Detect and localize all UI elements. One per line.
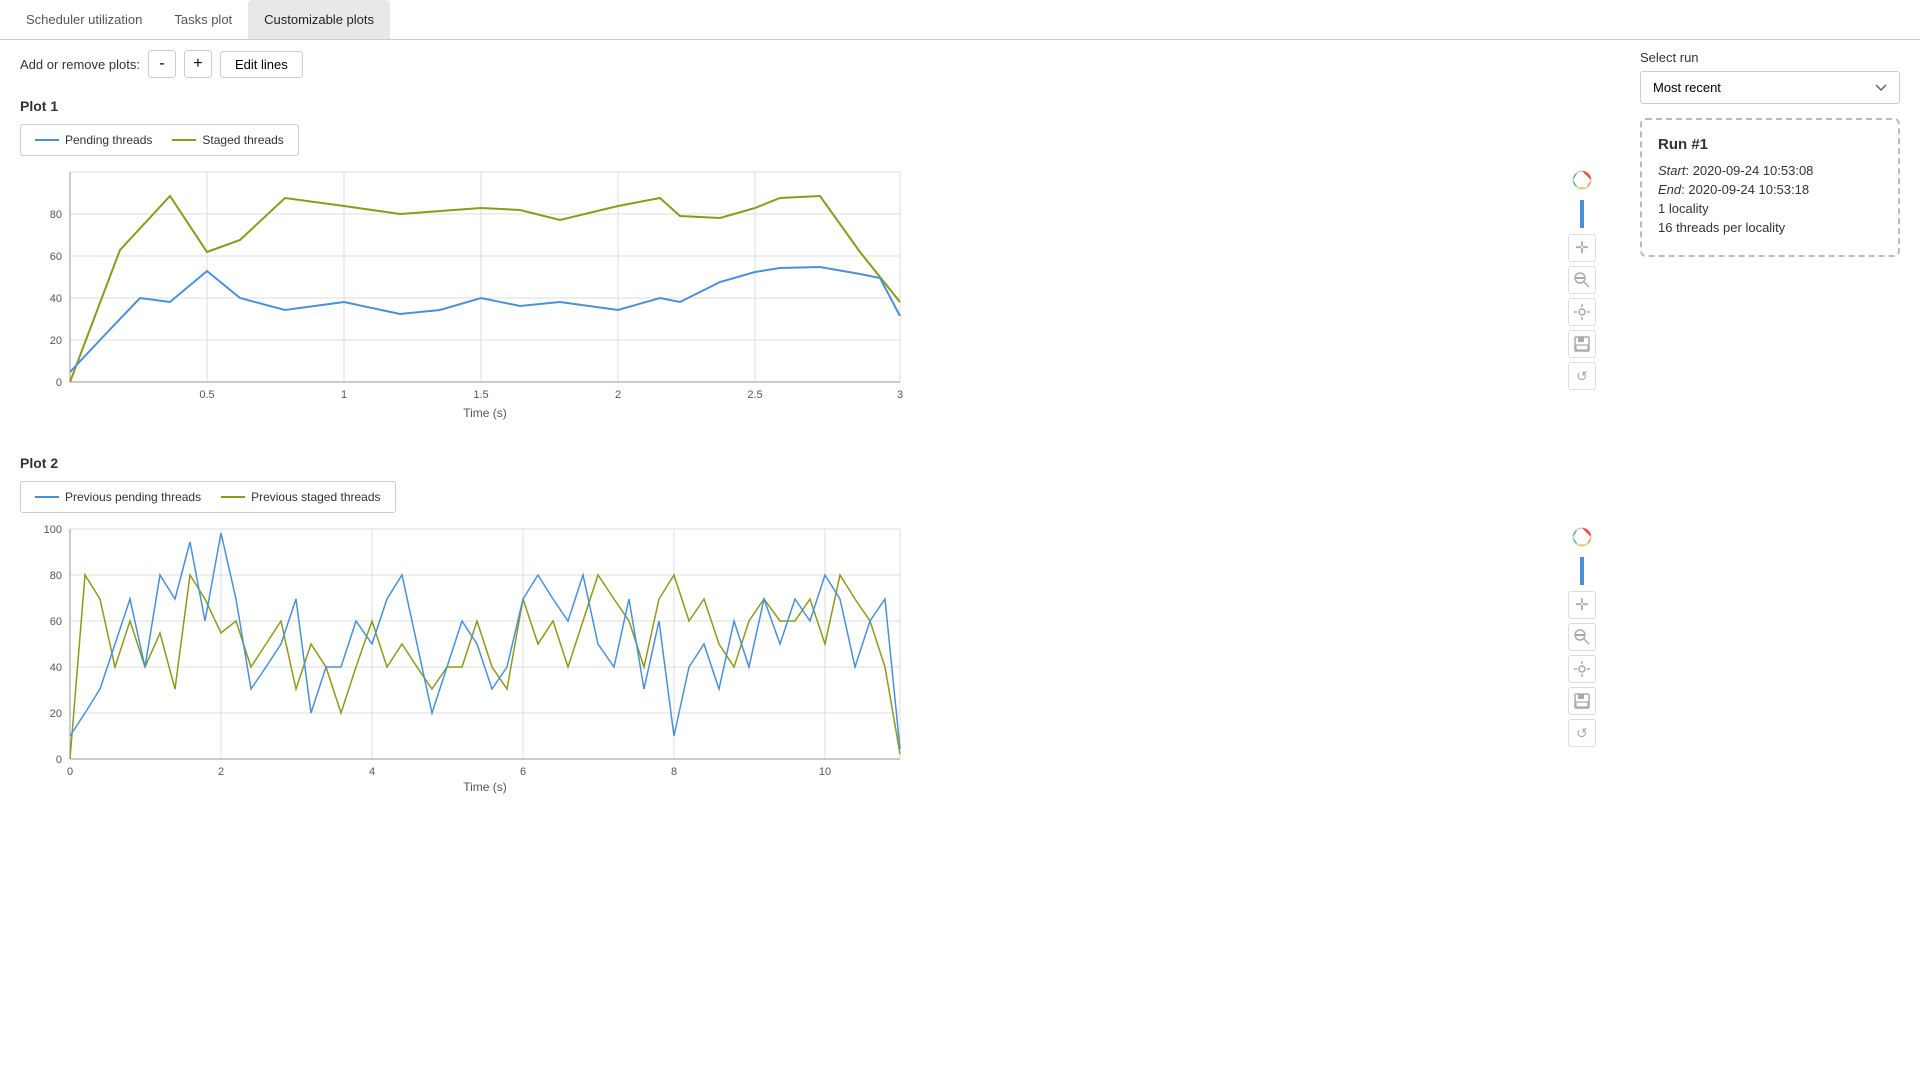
plot2-legend-item-pending: Previous pending threads [35,490,201,504]
plot2-pending-label: Previous pending threads [65,490,201,504]
plot2-pending-line-color [35,496,59,498]
svg-text:60: 60 [50,251,62,263]
svg-text:10: 10 [819,766,831,778]
svg-text:60: 60 [50,616,62,628]
run-info-box: Run #1 Start: 2020-09-24 10:53:08 End: 2… [1640,118,1900,257]
plot1-colorwheel-icon[interactable] [1568,166,1596,194]
select-run-dropdown[interactable]: Most recent [1640,71,1900,104]
plot2-staged-label: Previous staged threads [251,490,380,504]
svg-text:2.5: 2.5 [747,389,762,401]
run-end-label: End [1658,182,1681,197]
svg-text:40: 40 [50,293,62,305]
run-start-value: 2020-09-24 10:53:08 [1693,163,1814,178]
run-threads: 16 threads per locality [1658,220,1882,235]
right-panel: Select run Most recent Run #1 Start: 202… [1620,40,1920,842]
svg-text:0: 0 [67,766,73,778]
plot1-pending-polyline [70,267,900,372]
plot2-staged-line-color [221,496,245,498]
tab-bar: Scheduler utilization Tasks plot Customi… [0,0,1920,40]
plot1-section: Plot 1 Pending threads Staged threads [20,98,1600,425]
plot1-staged-label: Staged threads [202,133,283,147]
svg-text:20: 20 [50,335,62,347]
run-title: Run #1 [1658,136,1882,153]
plot2-legend: Previous pending threads Previous staged… [20,481,396,513]
plot1-save-icon[interactable] [1568,330,1596,358]
plot1-blue-bar [1580,200,1584,228]
plot1-tools: ✛ [1564,162,1600,425]
svg-text:80: 80 [50,570,62,582]
svg-text:0: 0 [56,377,62,389]
plot1-svg: .grid-line { stroke: #ddd; stroke-width:… [20,162,910,422]
plot2-zoom-icon[interactable] [1568,623,1596,651]
plot1-staged-polyline [70,196,900,382]
svg-text:4: 4 [369,766,375,778]
add-remove-label: Add or remove plots: [20,57,140,72]
plot1-zoom-icon[interactable] [1568,266,1596,294]
svg-text:40: 40 [50,662,62,674]
svg-text:3: 3 [897,389,903,401]
svg-text:1: 1 [341,389,347,401]
plot2-reset-icon[interactable]: ↺ [1568,719,1596,747]
plot2-section: Plot 2 Previous pending threads Previous… [20,455,1600,802]
plot1-tools-icon[interactable] [1568,298,1596,326]
run-start-label: Start [1658,163,1685,178]
svg-text:100: 100 [44,524,62,536]
plot2-tools-icon[interactable] [1568,655,1596,683]
svg-text:80: 80 [50,209,62,221]
plot1-title: Plot 1 [20,98,1600,114]
edit-lines-button[interactable]: Edit lines [220,51,303,78]
svg-text:1.5: 1.5 [473,389,488,401]
svg-text:Time (s): Time (s) [463,406,507,420]
svg-text:Time (s): Time (s) [463,780,507,794]
plot2-blue-bar [1580,557,1584,585]
plot1-pan-icon[interactable]: ✛ [1568,234,1596,262]
run-start: Start: 2020-09-24 10:53:08 [1658,163,1882,178]
plot1-legend-item-pending: Pending threads [35,133,152,147]
svg-text:0: 0 [56,754,62,766]
svg-text:8: 8 [671,766,677,778]
plot1-legend-item-staged: Staged threads [172,133,283,147]
plot2-legend-item-staged: Previous staged threads [221,490,380,504]
tab-customizable-plots[interactable]: Customizable plots [248,0,390,39]
plot2-save-icon[interactable] [1568,687,1596,715]
run-end-value: 2020-09-24 10:53:18 [1688,182,1809,197]
plot1-pending-line-color [35,139,59,141]
plot1-svg-wrapper: .grid-line { stroke: #ddd; stroke-width:… [20,162,1564,425]
plot1-staged-line-color [172,139,196,141]
plot1-reset-icon[interactable]: ↺ [1568,362,1596,390]
plot2-colorwheel-icon[interactable] [1568,523,1596,551]
plot2-pending-polyline [70,533,900,749]
svg-text:6: 6 [520,766,526,778]
tab-scheduler-utilization[interactable]: Scheduler utilization [10,0,158,39]
plot2-title: Plot 2 [20,455,1600,471]
svg-text:20: 20 [50,708,62,720]
tab-tasks-plot[interactable]: Tasks plot [158,0,248,39]
plot2-svg: .grid-line { stroke: #ddd; stroke-width:… [20,519,910,799]
plot1-chart-area: .grid-line { stroke: #ddd; stroke-width:… [20,162,1600,425]
run-locality: 1 locality [1658,201,1882,216]
plot1-legend: Pending threads Staged threads [20,124,299,156]
plot2-svg-wrapper: .grid-line { stroke: #ddd; stroke-width:… [20,519,1564,802]
run-end: End: 2020-09-24 10:53:18 [1658,182,1882,197]
plot1-pending-label: Pending threads [65,133,152,147]
plot2-chart-area: .grid-line { stroke: #ddd; stroke-width:… [20,519,1600,802]
plot2-tools: ✛ [1564,519,1600,802]
add-remove-toolbar: Add or remove plots: - + Edit lines [20,50,1600,78]
add-plot-button[interactable]: + [184,50,212,78]
svg-text:2: 2 [218,766,224,778]
select-run-label: Select run [1640,50,1900,65]
svg-text:0.5: 0.5 [199,389,214,401]
plot2-pan-icon[interactable]: ✛ [1568,591,1596,619]
remove-plot-button[interactable]: - [148,50,176,78]
svg-text:2: 2 [615,389,621,401]
